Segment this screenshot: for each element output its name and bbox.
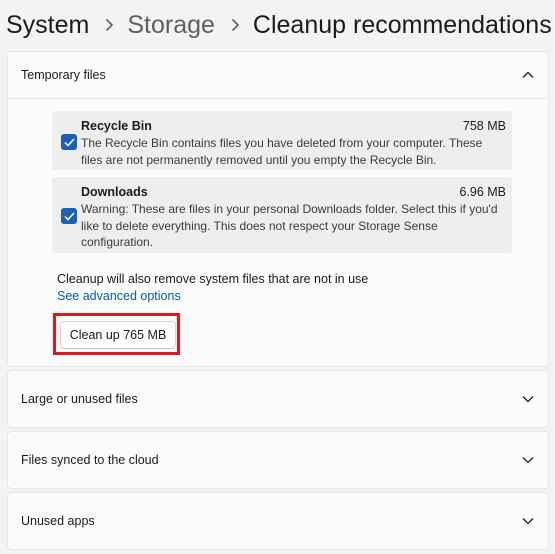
breadcrumb: System Storage Cleanup recommendations: [6, 6, 552, 44]
downloads-size: 6.96 MB: [459, 185, 506, 199]
large-unused-files-title: Large or unused files: [21, 392, 138, 406]
chevron-right-icon: [231, 18, 240, 32]
files-synced-title: Files synced to the cloud: [21, 453, 159, 467]
checkmark-icon: [63, 137, 75, 147]
unused-apps-card[interactable]: Unused apps: [7, 492, 549, 550]
files-synced-header[interactable]: Files synced to the cloud: [8, 432, 548, 488]
advanced-options-link[interactable]: See advanced options: [57, 289, 181, 303]
temporary-files-header[interactable]: Temporary files: [8, 52, 548, 98]
divider: [8, 98, 548, 99]
recycle-bin-item[interactable]: Recycle Bin 758 MB The Recycle Bin conta…: [52, 111, 512, 170]
files-synced-card[interactable]: Files synced to the cloud: [7, 431, 549, 489]
downloads-checkbox[interactable]: [61, 208, 77, 224]
unused-apps-title: Unused apps: [21, 514, 95, 528]
recycle-bin-description: The Recycle Bin contains files you have …: [81, 136, 483, 167]
breadcrumb-storage[interactable]: Storage: [127, 6, 215, 44]
recycle-bin-size: 758 MB: [462, 119, 506, 133]
chevron-up-icon: [522, 71, 534, 78]
page-title: Cleanup recommendations: [252, 11, 552, 39]
chevron-down-icon: [522, 396, 534, 403]
downloads-description: Warning: These are files in your persona…: [81, 202, 498, 249]
chevron-right-icon: [105, 18, 114, 32]
downloads-title: Downloads: [81, 185, 148, 199]
downloads-item[interactable]: Downloads 6.96 MB Warning: These are fil…: [52, 177, 512, 253]
large-unused-files-card[interactable]: Large or unused files: [7, 370, 549, 428]
breadcrumb-system[interactable]: System: [6, 6, 89, 44]
cleanup-note: Cleanup will also remove system files th…: [57, 272, 369, 286]
recycle-bin-checkbox[interactable]: [61, 134, 77, 150]
unused-apps-header[interactable]: Unused apps: [8, 493, 548, 549]
clean-up-button[interactable]: Clean up 765 MB: [60, 321, 176, 349]
temporary-files-title: Temporary files: [21, 68, 106, 82]
recycle-bin-title: Recycle Bin: [81, 119, 152, 133]
checkmark-icon: [63, 211, 75, 221]
chevron-down-icon: [522, 457, 534, 464]
large-unused-files-header[interactable]: Large or unused files: [8, 371, 548, 427]
chevron-down-icon: [522, 518, 534, 525]
